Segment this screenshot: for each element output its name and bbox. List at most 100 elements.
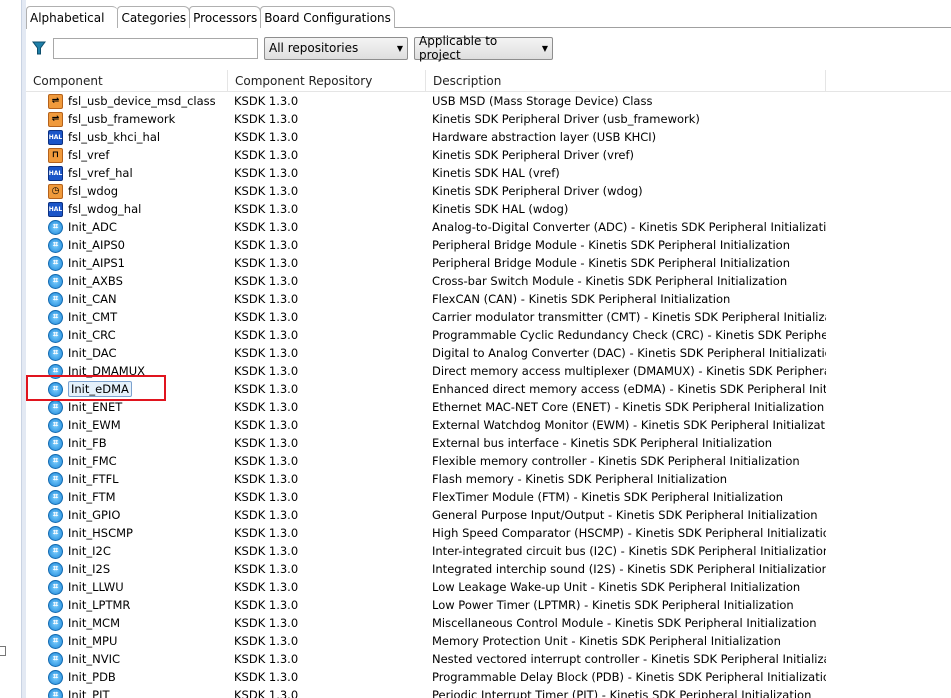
table-row[interactable]: ⌗ Init_FMC KSDK 1.3.0 Flexible memory contr… bbox=[26, 452, 951, 470]
table-row[interactable]: ◷ fsl_wdog KSDK 1.3.0 Kinetis SDK Periphera… bbox=[26, 182, 951, 200]
component-name[interactable]: Init_CRC bbox=[68, 328, 116, 342]
component-cell: ⌗ Init_LPTMR bbox=[26, 597, 228, 613]
table-row[interactable]: ⌗ Init_FTFL KSDK 1.3.0 Flash memory - Kinet… bbox=[26, 470, 951, 488]
component-name[interactable]: Init_CMT bbox=[68, 310, 117, 324]
component-name[interactable]: Init_I2C bbox=[68, 544, 111, 558]
component-name[interactable]: Init_FTFL bbox=[68, 472, 119, 486]
table-row[interactable]: ⌗ Init_I2C KSDK 1.3.0 Inter-integrated circ… bbox=[26, 542, 951, 560]
component-name[interactable]: Init_I2S bbox=[68, 562, 110, 576]
component-name[interactable]: Init_AIPS0 bbox=[68, 238, 125, 252]
init-icon: ⌗ bbox=[48, 507, 63, 523]
table-row[interactable]: ⌗ Init_PIT KSDK 1.3.0 Periodic Interrupt Ti… bbox=[26, 686, 951, 698]
component-name[interactable]: Init_FMC bbox=[68, 454, 117, 468]
description-cell: High Speed Comparator (HSCMP) - Kinetis … bbox=[432, 526, 826, 540]
table-row[interactable]: ⇌ fsl_usb_device_msd_class KSDK 1.3.0 USB M… bbox=[26, 92, 951, 110]
table-row[interactable]: ⌗ Init_LLWU KSDK 1.3.0 Low Leakage Wake-up … bbox=[26, 578, 951, 596]
table-row[interactable]: ⌗ Init_HSCMP KSDK 1.3.0 High Speed Comparat… bbox=[26, 524, 951, 542]
table-row[interactable]: ⌗ Init_CRC KSDK 1.3.0 Programmable Cyclic R… bbox=[26, 326, 951, 344]
component-name[interactable]: Init_ADC bbox=[68, 220, 117, 234]
table-row[interactable]: HAL fsl_vref_hal KSDK 1.3.0 Kinetis SDK HAL… bbox=[26, 164, 951, 182]
table-row[interactable]: ⌗ Init_MPU KSDK 1.3.0 Memory Protection Uni… bbox=[26, 632, 951, 650]
init-icon: ⌗ bbox=[48, 417, 63, 433]
init-icon: ⌗ bbox=[48, 615, 63, 631]
table-row[interactable]: ⌗ Init_DAC KSDK 1.3.0 Digital to Analog Con… bbox=[26, 344, 951, 362]
table-row[interactable]: ⌗ Init_FTM KSDK 1.3.0 FlexTimer Module (FTM… bbox=[26, 488, 951, 506]
component-name[interactable]: fsl_wdog_hal bbox=[68, 202, 141, 216]
repository-cell: KSDK 1.3.0 bbox=[234, 634, 299, 648]
table-row[interactable]: ⌗ Init_AXBS KSDK 1.3.0 Cross-bar Switch Mod… bbox=[26, 272, 951, 290]
tab-board-configurations[interactable]: Board Configurations bbox=[260, 6, 395, 28]
component-name[interactable]: Init_FB bbox=[68, 436, 107, 450]
component-cell: ⌗ Init_MPU bbox=[26, 633, 228, 649]
scope-select[interactable]: Applicable to project ▼ bbox=[414, 34, 553, 62]
component-name[interactable]: Init_ENET bbox=[68, 400, 122, 414]
component-name[interactable]: Init_NVIC bbox=[68, 652, 120, 666]
table-row[interactable]: ⌗ Init_GPIO KSDK 1.3.0 General Purpose Inpu… bbox=[26, 506, 951, 524]
component-cell: ⌗ Init_GPIO bbox=[26, 507, 228, 523]
column-header-component[interactable]: Component bbox=[26, 70, 228, 91]
component-cell: ⊓ fsl_vref bbox=[26, 147, 228, 163]
init-icon: ⌗ bbox=[48, 579, 63, 595]
tab-processors[interactable]: Processors bbox=[189, 6, 262, 28]
description-cell: External bus interface - Kinetis SDK Per… bbox=[432, 436, 773, 450]
component-name[interactable]: Init_LLWU bbox=[68, 580, 124, 594]
repository-cell: KSDK 1.3.0 bbox=[234, 328, 299, 342]
usb-icon: ⇌ bbox=[48, 93, 63, 109]
table-row[interactable]: ⌗ Init_I2S KSDK 1.3.0 Integrated interchip … bbox=[26, 560, 951, 578]
repository-cell: KSDK 1.3.0 bbox=[234, 490, 299, 504]
component-name[interactable]: fsl_wdog bbox=[68, 184, 118, 198]
table-row[interactable]: ⌗ Init_LPTMR KSDK 1.3.0 Low Power Timer (LP… bbox=[26, 596, 951, 614]
table-row[interactable]: ⊓ fsl_vref KSDK 1.3.0 Kinetis SDK Periphera… bbox=[26, 146, 951, 164]
component-name[interactable]: Init_LPTMR bbox=[68, 598, 130, 612]
table-row[interactable]: ⇌ fsl_usb_framework KSDK 1.3.0 Kinetis SDK … bbox=[26, 110, 951, 128]
tab-alphabetical[interactable]: Alphabetical bbox=[26, 6, 119, 29]
filter-input[interactable] bbox=[53, 37, 258, 59]
table-row[interactable]: ⌗ Init_EWM KSDK 1.3.0 External Watchdog Mon… bbox=[26, 416, 951, 434]
component-cell: ⌗ Init_ENET bbox=[26, 399, 228, 415]
table-row[interactable]: HAL fsl_usb_khci_hal KSDK 1.3.0 Hardware ab… bbox=[26, 128, 951, 146]
component-cell: ⌗ Init_FB bbox=[26, 435, 228, 451]
table-row[interactable]: ⌗ Init_CMT KSDK 1.3.0 Carrier modulator tra… bbox=[26, 308, 951, 326]
component-name[interactable]: Init_PIT bbox=[68, 688, 110, 698]
component-name[interactable]: Init_CAN bbox=[68, 292, 117, 306]
repository-cell: KSDK 1.3.0 bbox=[234, 418, 299, 432]
table-row[interactable]: ⌗ Init_ADC KSDK 1.3.0 Analog-to-Digital Con… bbox=[26, 218, 951, 236]
table-row[interactable]: ⌗ Init_AIPS1 KSDK 1.3.0 Peripheral Bridge M… bbox=[26, 254, 951, 272]
table-row[interactable]: ⌗ Init_NVIC KSDK 1.3.0 Nested vectored inte… bbox=[26, 650, 951, 668]
component-name[interactable]: fsl_usb_khci_hal bbox=[68, 130, 160, 144]
component-name[interactable]: Init_GPIO bbox=[68, 508, 120, 522]
table-row[interactable]: ⌗ Init_CAN KSDK 1.3.0 FlexCAN (CAN) - Kinet… bbox=[26, 290, 951, 308]
component-name[interactable]: fsl_usb_framework bbox=[68, 112, 175, 126]
description-cell: Periodic Interrupt Timer (PIT) - Kinetis… bbox=[432, 688, 812, 698]
component-name[interactable]: Init_MCM bbox=[68, 616, 120, 630]
component-name[interactable]: Init_PDB bbox=[68, 670, 116, 684]
table-row[interactable]: ⌗ Init_FB KSDK 1.3.0 External bus interface… bbox=[26, 434, 951, 452]
component-name[interactable]: Init_MPU bbox=[68, 634, 117, 648]
component-name[interactable]: Init_AIPS1 bbox=[68, 256, 125, 270]
component-name[interactable]: fsl_usb_device_msd_class bbox=[68, 94, 216, 108]
component-name[interactable]: Init_FTM bbox=[68, 490, 116, 504]
component-name[interactable]: Init_EWM bbox=[68, 418, 121, 432]
table-row[interactable]: ⌗ Init_MCM KSDK 1.3.0 Miscellaneous Control… bbox=[26, 614, 951, 632]
description-cell: Kinetis SDK Peripheral Driver (usb_frame… bbox=[432, 112, 700, 126]
table-row[interactable]: ⌗ Init_PDB KSDK 1.3.0 Programmable Delay Bl… bbox=[26, 668, 951, 686]
description-cell: Flash memory - Kinetis SDK Peripheral In… bbox=[432, 472, 728, 486]
repository-select[interactable]: All repositories ▼ bbox=[264, 36, 408, 60]
component-name[interactable]: Init_HSCMP bbox=[68, 526, 133, 540]
usb-icon: ⇌ bbox=[48, 111, 63, 127]
repository-cell: KSDK 1.3.0 bbox=[234, 166, 299, 180]
component-cell: HAL fsl_usb_khci_hal bbox=[26, 129, 228, 145]
wdog-icon: ◷ bbox=[48, 183, 63, 199]
description-cell: Low Leakage Wake-up Unit - Kinetis SDK P… bbox=[432, 580, 801, 594]
component-cell: ⌗ Init_LLWU bbox=[26, 579, 228, 595]
column-header-repository[interactable]: Component Repository bbox=[228, 70, 426, 91]
component-name[interactable]: Init_DAC bbox=[68, 346, 116, 360]
repository-cell: KSDK 1.3.0 bbox=[234, 526, 299, 540]
table-row[interactable]: ⌗ Init_AIPS0 KSDK 1.3.0 Peripheral Bridge M… bbox=[26, 236, 951, 254]
component-name[interactable]: fsl_vref_hal bbox=[68, 166, 133, 180]
tab-categories[interactable]: Categories bbox=[117, 6, 191, 28]
column-header-description[interactable]: Description bbox=[426, 70, 826, 91]
component-name[interactable]: Init_AXBS bbox=[68, 274, 123, 288]
table-row[interactable]: HAL fsl_wdog_hal KSDK 1.3.0 Kinetis SDK HAL… bbox=[26, 200, 951, 218]
component-name[interactable]: fsl_vref bbox=[68, 148, 109, 162]
